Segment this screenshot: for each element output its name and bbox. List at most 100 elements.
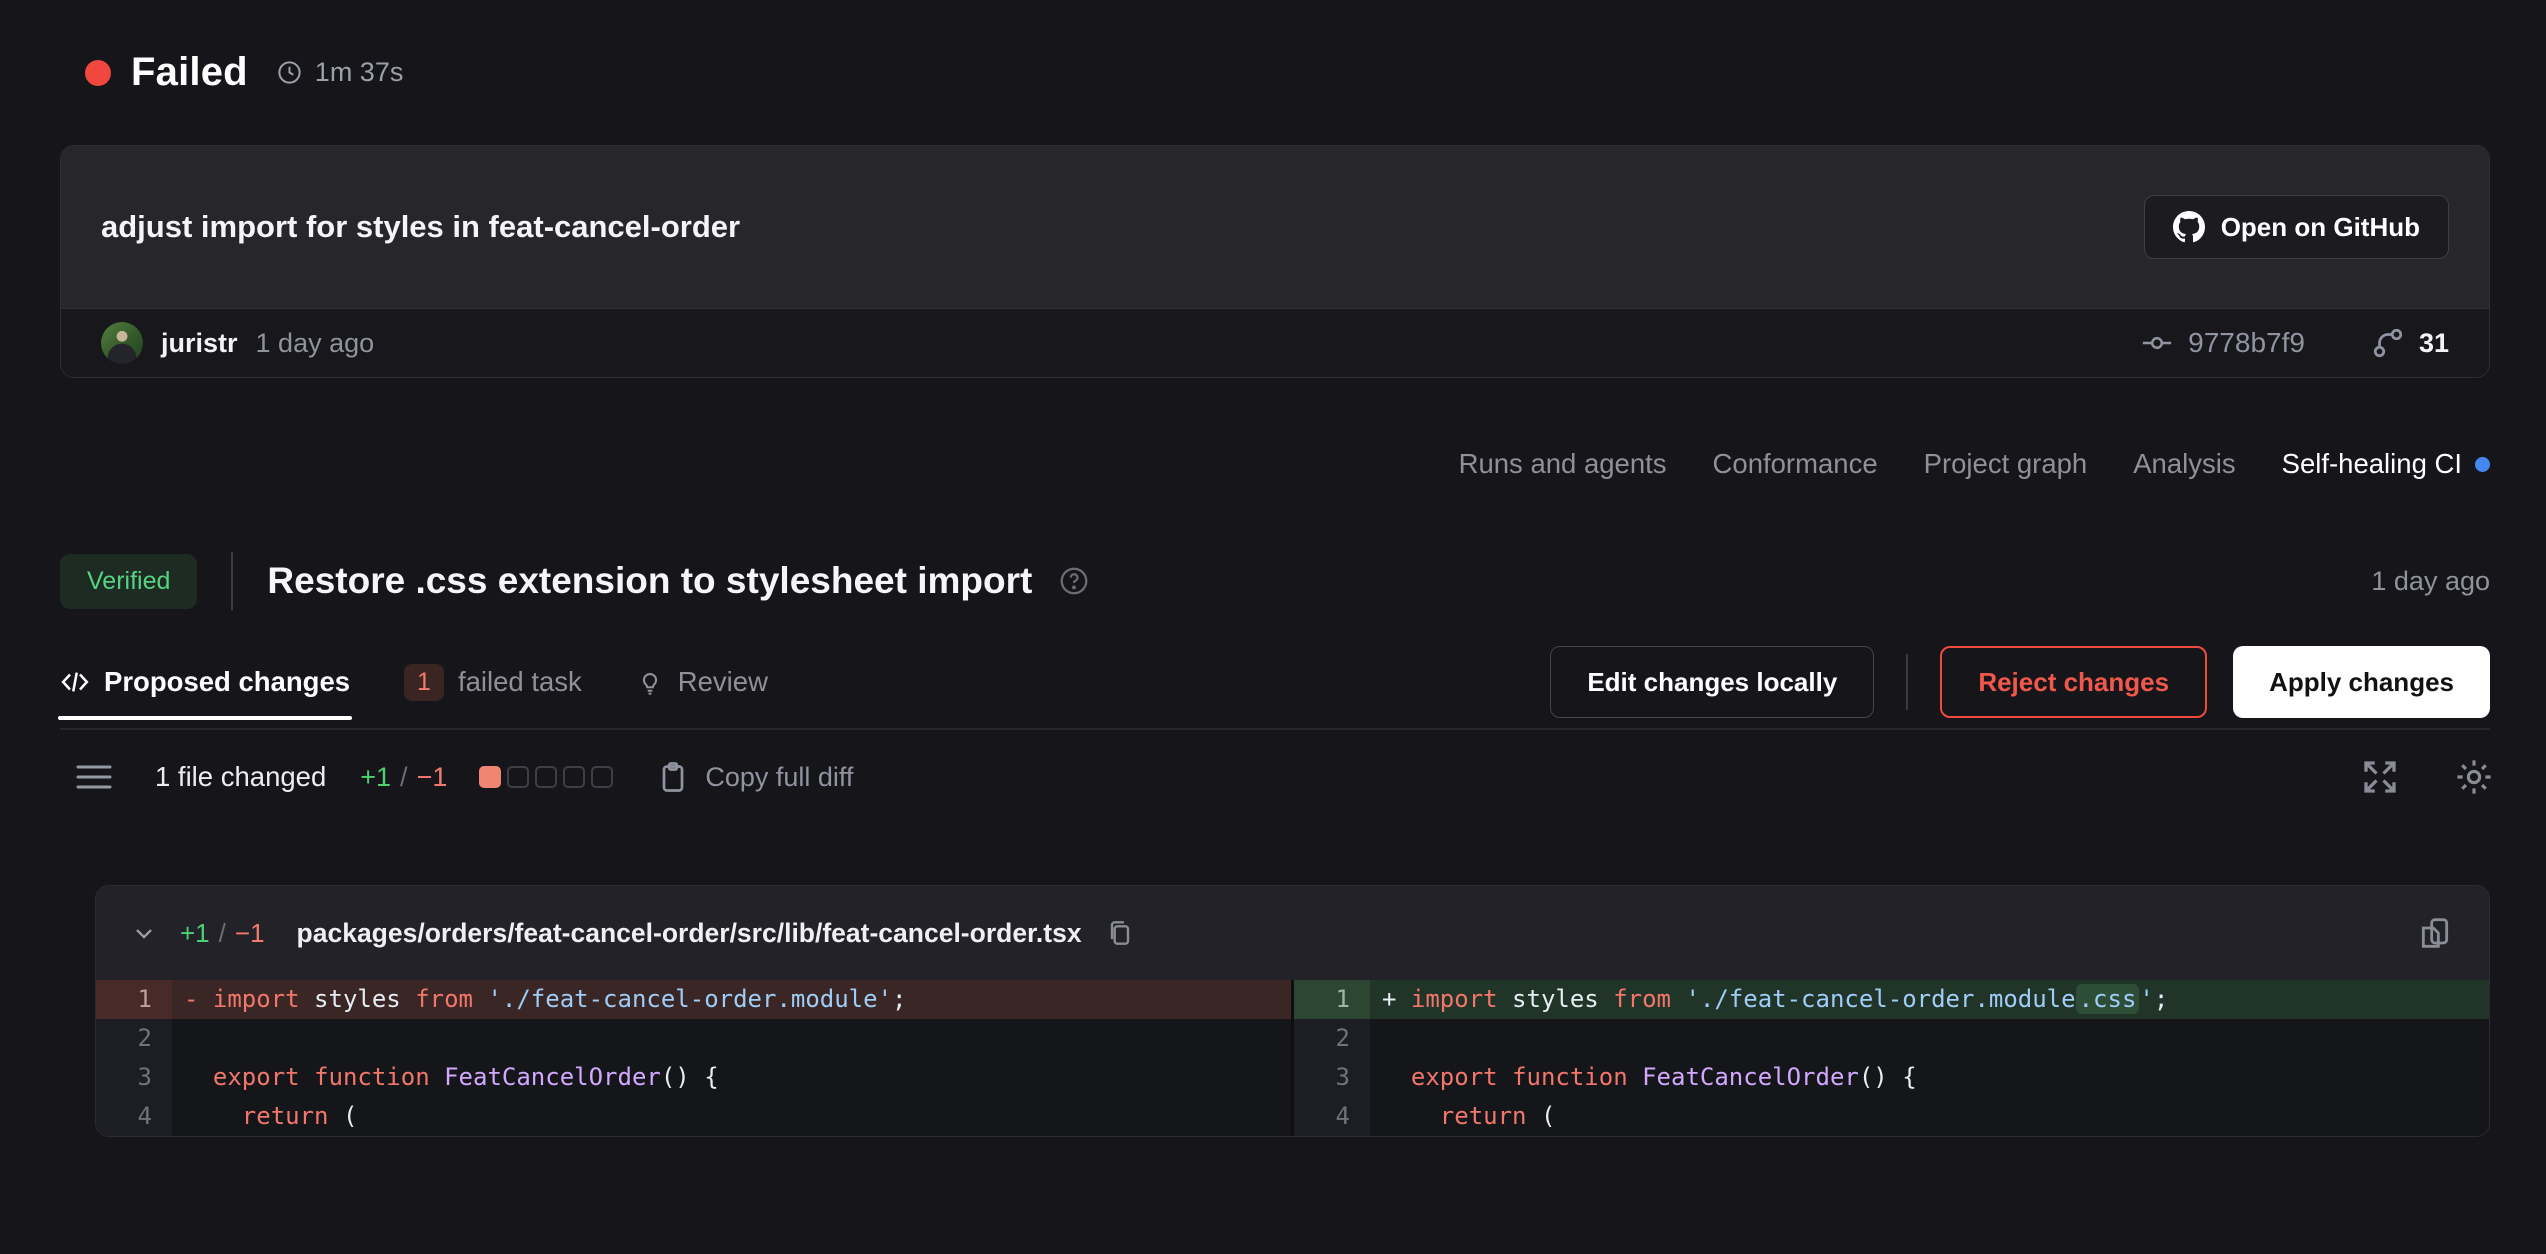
nav-item-conformance[interactable]: Conformance	[1713, 448, 1878, 480]
diff-line: 3 export function FeatCancelOrder() {	[96, 1058, 1291, 1097]
line-number: 3	[1294, 1058, 1370, 1097]
code-line	[1370, 1019, 2489, 1058]
run-duration: 1m 37s	[276, 57, 404, 88]
diff-pane-after[interactable]: 1+ import styles from './feat-cancel-ord…	[1294, 980, 2489, 1136]
diff-line: 1+ import styles from './feat-cancel-ord…	[1294, 980, 2489, 1019]
nav-item-self-healing-ci[interactable]: Self-healing CI	[2282, 448, 2490, 480]
tab-proposed-changes[interactable]: Proposed changes	[60, 636, 350, 728]
chevron-down-icon[interactable]	[130, 919, 158, 947]
file-additions: +1	[180, 918, 210, 949]
verified-badge: Verified	[60, 554, 197, 609]
copy-path-icon[interactable]	[1104, 917, 1136, 949]
top-nav: Runs and agents Conformance Project grap…	[1459, 448, 2490, 480]
commit-card-header: adjust import for styles in feat-cancel-…	[61, 146, 2489, 308]
fix-time: 1 day ago	[2371, 566, 2490, 597]
diff-block	[535, 766, 557, 788]
diff-block	[507, 766, 529, 788]
tab-label: Review	[678, 666, 768, 698]
expand-icon[interactable]	[2359, 756, 2401, 798]
commit-sha-group[interactable]: 9778b7f9	[2140, 326, 2305, 360]
tabs-row: Proposed changes 1 failed task Review Ed…	[60, 636, 2490, 730]
diff-line: 1- import styles from './feat-cancel-ord…	[96, 980, 1291, 1019]
tab-review[interactable]: Review	[636, 636, 768, 728]
code-icon	[60, 667, 90, 697]
run-status-label: Failed	[131, 50, 248, 95]
commit-icon	[2140, 326, 2174, 360]
code-line	[172, 1019, 1291, 1058]
line-number: 1	[96, 980, 172, 1019]
help-icon[interactable]	[1058, 565, 1090, 597]
gear-icon[interactable]	[2453, 756, 2495, 798]
code-line: + import styles from './feat-cancel-orde…	[1370, 980, 2489, 1019]
tab-label: Proposed changes	[104, 666, 350, 698]
diff-block	[479, 766, 501, 788]
diff-block	[591, 766, 613, 788]
commit-title: adjust import for styles in feat-cancel-…	[101, 209, 740, 245]
tabs: Proposed changes 1 failed task Review	[60, 636, 768, 728]
nav-item-runs-and-agents[interactable]: Runs and agents	[1459, 448, 1667, 480]
code-line: - import styles from './feat-cancel-orde…	[172, 980, 1291, 1019]
branch-count: 31	[2419, 328, 2449, 359]
nav-label: Analysis	[2133, 448, 2235, 480]
nav-label: Project graph	[1924, 448, 2088, 480]
line-number: 2	[96, 1019, 172, 1058]
branch-runs-group[interactable]: 31	[2371, 326, 2449, 360]
diff-body: 1- import styles from './feat-cancel-ord…	[96, 980, 2489, 1136]
separator: /	[219, 918, 226, 949]
reject-changes-button[interactable]: Reject changes	[1940, 646, 2207, 718]
fix-title: Restore .css extension to stylesheet imp…	[267, 560, 1032, 602]
diff-block	[563, 766, 585, 788]
files-changed-label: 1 file changed	[155, 761, 326, 793]
nav-item-analysis[interactable]: Analysis	[2133, 448, 2235, 480]
divider	[1906, 654, 1908, 710]
file-change-counts: +1 / −1	[180, 918, 265, 949]
diff-file-card: +1 / −1 packages/orders/feat-cancel-orde…	[95, 885, 2490, 1137]
line-number: 4	[1294, 1097, 1370, 1136]
commit-time: 1 day ago	[256, 328, 375, 359]
diff-line: 4 return (	[96, 1097, 1291, 1136]
open-on-github-button[interactable]: Open on GitHub	[2144, 195, 2449, 259]
self-healing-ci-page: Failed 1m 37s adjust import for styles i…	[0, 0, 2546, 1254]
nav-label: Conformance	[1713, 448, 1878, 480]
nav-label: Runs and agents	[1459, 448, 1667, 480]
copy-file-diff-icon[interactable]	[2415, 913, 2455, 953]
nav-label: Self-healing CI	[2282, 448, 2462, 480]
diff-file-header[interactable]: +1 / −1 packages/orders/feat-cancel-orde…	[96, 886, 2489, 980]
copy-full-diff-label: Copy full diff	[705, 762, 853, 793]
code-line: return (	[172, 1097, 1291, 1136]
diff-line: 3 export function FeatCancelOrder() {	[1294, 1058, 2489, 1097]
commit-card-meta-bar: juristr 1 day ago 9778b7f9 31	[61, 308, 2489, 377]
divider	[231, 552, 233, 610]
failed-task-count-badge: 1	[404, 664, 444, 701]
action-buttons: Edit changes locally Reject changes Appl…	[1550, 646, 2490, 718]
author-avatar[interactable]	[101, 322, 143, 364]
diff-line: 4 return (	[1294, 1097, 2489, 1136]
file-list-menu-icon[interactable]	[75, 762, 113, 792]
line-number: 2	[1294, 1019, 1370, 1058]
fix-header-row: Verified Restore .css extension to style…	[60, 552, 2490, 610]
diff-change-counts: +1 / −1	[360, 762, 447, 793]
code-line: export function FeatCancelOrder() {	[172, 1058, 1291, 1097]
apply-changes-button[interactable]: Apply changes	[2233, 646, 2490, 718]
github-icon	[2173, 211, 2205, 243]
tab-failed-task[interactable]: 1 failed task	[404, 636, 582, 728]
line-number: 4	[96, 1097, 172, 1136]
author-name[interactable]: juristr	[161, 328, 238, 359]
copy-full-diff-button[interactable]: Copy full diff	[655, 759, 853, 795]
code-line: return (	[1370, 1097, 2489, 1136]
diff-toolbar: 1 file changed +1 / −1 Copy full diff	[75, 756, 2495, 798]
diff-line: 2	[1294, 1019, 2489, 1058]
failed-status-dot	[85, 60, 111, 86]
edit-changes-locally-button[interactable]: Edit changes locally	[1550, 646, 1874, 718]
diff-pane-before[interactable]: 1- import styles from './feat-cancel-ord…	[96, 980, 1291, 1136]
code-line: export function FeatCancelOrder() {	[1370, 1058, 2489, 1097]
diff-toolbar-right	[2359, 756, 2495, 798]
commit-card: adjust import for styles in feat-cancel-…	[60, 145, 2490, 378]
line-number: 3	[96, 1058, 172, 1097]
diff-blocks	[479, 766, 613, 788]
branch-icon	[2371, 326, 2405, 360]
commit-sha: 9778b7f9	[2188, 327, 2305, 359]
nav-item-project-graph[interactable]: Project graph	[1924, 448, 2088, 480]
clock-icon	[276, 59, 303, 86]
clipboard-icon	[655, 759, 691, 795]
